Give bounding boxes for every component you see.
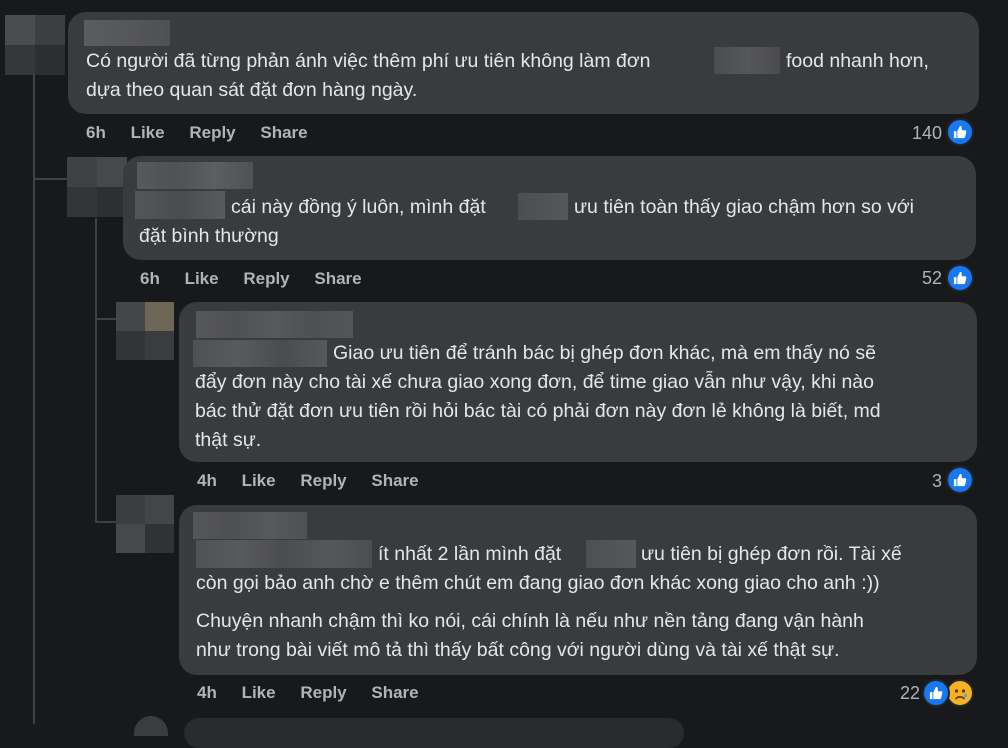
comment-actions: 6h Like Reply Share bbox=[86, 123, 308, 143]
thread-line-branch-1 bbox=[33, 178, 67, 180]
thumbs-up-icon bbox=[946, 118, 974, 146]
thread-line-branch-2 bbox=[95, 318, 117, 320]
avatar[interactable] bbox=[67, 157, 127, 217]
sad-face-icon bbox=[946, 679, 974, 707]
comment-text: Chuyện nhanh chậm thì ko nói, cái chính … bbox=[196, 610, 864, 632]
reply-button[interactable]: Reply bbox=[300, 683, 346, 702]
avatar[interactable] bbox=[116, 302, 174, 360]
timestamp[interactable]: 4h bbox=[197, 471, 217, 490]
comment-actions: 4h Like Reply Share bbox=[197, 683, 419, 703]
reply-button[interactable]: Reply bbox=[300, 471, 346, 490]
timestamp[interactable]: 6h bbox=[86, 123, 106, 142]
comment-text: ưu tiên bị ghép đơn rồi. Tài xế bbox=[641, 543, 902, 565]
thumbs-up-icon bbox=[946, 264, 974, 292]
comment-actions: 4h Like Reply Share bbox=[197, 471, 419, 491]
reply-button[interactable]: Reply bbox=[189, 123, 235, 142]
reply-button[interactable]: Reply bbox=[243, 269, 289, 288]
thread-line-sub bbox=[95, 218, 97, 523]
thumbs-up-icon bbox=[922, 679, 950, 707]
comment-actions: 6h Like Reply Share bbox=[140, 269, 362, 289]
thread-line-branch-3 bbox=[95, 521, 117, 523]
blurred-text bbox=[714, 47, 780, 74]
like-button[interactable]: Like bbox=[131, 123, 165, 142]
comment-text: Có người đã từng phản ánh việc thêm phí … bbox=[86, 50, 651, 72]
thread-line-main bbox=[33, 75, 35, 724]
share-button[interactable]: Share bbox=[371, 471, 418, 490]
comment-text: còn gọi bảo anh chờ e thêm chút em đang … bbox=[196, 572, 880, 594]
blurred-text bbox=[135, 191, 225, 219]
comment-text: như trong bài viết mô tả thì thấy bất cô… bbox=[196, 639, 840, 661]
blurred-text bbox=[518, 193, 568, 220]
share-button[interactable]: Share bbox=[371, 683, 418, 702]
comment-text: ít nhất 2 lần mình đặt bbox=[378, 543, 562, 565]
reaction-count[interactable]: 140 bbox=[880, 123, 942, 144]
comment-text: bác thử đặt đơn ưu tiên rồi hỏi bác tài … bbox=[195, 400, 881, 422]
like-button[interactable]: Like bbox=[242, 683, 276, 702]
avatar[interactable] bbox=[5, 15, 65, 75]
blurred-text bbox=[193, 340, 327, 367]
blurred-author-name[interactable] bbox=[193, 512, 307, 539]
blurred-text bbox=[586, 540, 636, 568]
share-button[interactable]: Share bbox=[260, 123, 307, 142]
timestamp[interactable]: 4h bbox=[197, 683, 217, 702]
like-button[interactable]: Like bbox=[185, 269, 219, 288]
comment-text: thật sự. bbox=[195, 429, 262, 451]
like-button[interactable]: Like bbox=[242, 471, 276, 490]
reaction-count[interactable]: 3 bbox=[880, 471, 942, 492]
comment-text: food nhanh hơn, bbox=[786, 50, 929, 72]
comment-text: Giao ưu tiên để tránh bác bị ghép đơn kh… bbox=[333, 342, 876, 364]
reaction-count[interactable]: 22 bbox=[860, 683, 920, 704]
blurred-author-name[interactable] bbox=[84, 20, 170, 46]
comment-text: cái này đồng ý luôn, mình đặt bbox=[231, 196, 486, 218]
comment-text: dựa theo quan sát đặt đơn hàng ngày. bbox=[86, 79, 418, 101]
comment-bubble bbox=[184, 718, 684, 748]
thumbs-up-icon bbox=[946, 466, 974, 494]
comment-text: đẩy đơn này cho tài xế chưa giao xong đơ… bbox=[195, 371, 874, 393]
blurred-author-name[interactable] bbox=[137, 162, 253, 189]
blurred-text bbox=[196, 540, 372, 568]
share-button[interactable]: Share bbox=[314, 269, 361, 288]
avatar[interactable] bbox=[134, 716, 168, 736]
comment-text: ưu tiên toàn thấy giao chậm hơn so với bbox=[574, 196, 914, 218]
comment-text: đặt bình thường bbox=[139, 225, 279, 247]
avatar[interactable] bbox=[116, 495, 174, 553]
blurred-author-name[interactable] bbox=[196, 311, 353, 338]
timestamp[interactable]: 6h bbox=[140, 269, 160, 288]
reaction-count[interactable]: 52 bbox=[880, 268, 942, 289]
